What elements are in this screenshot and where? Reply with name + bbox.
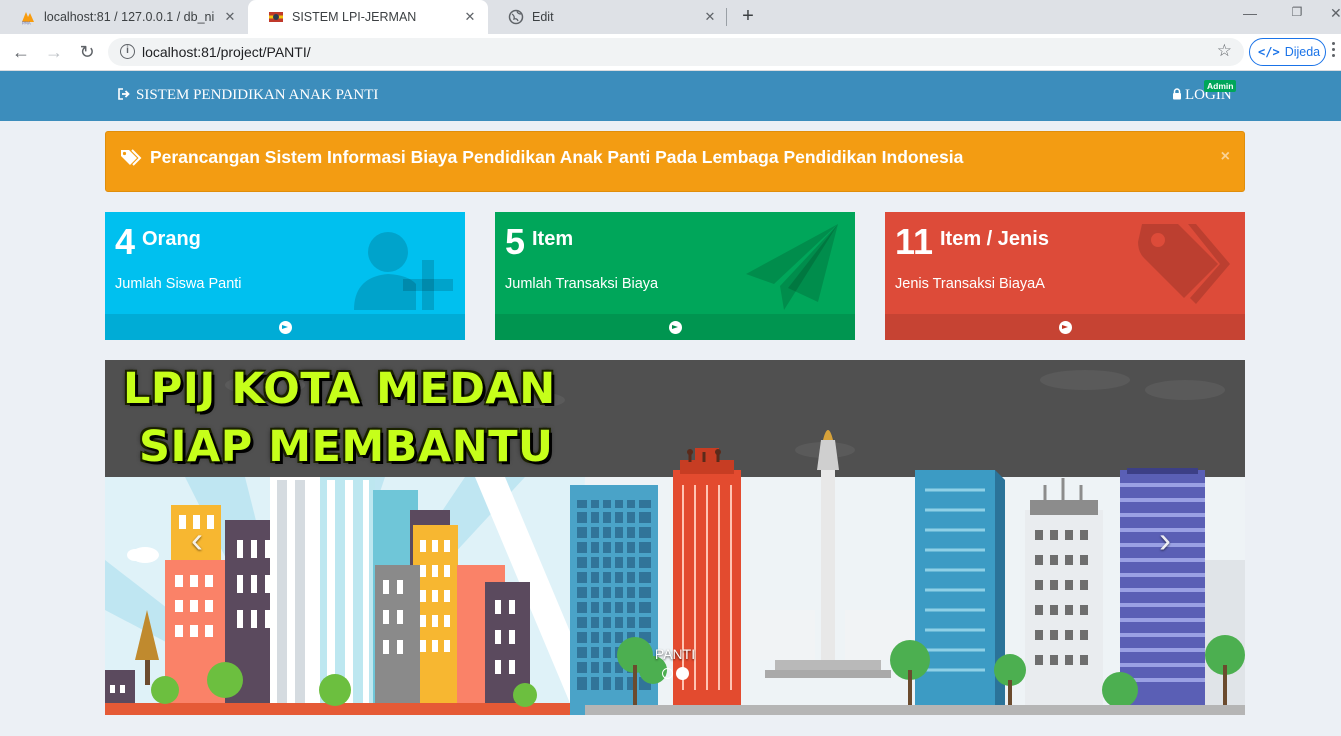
- carousel-indicator-2[interactable]: [676, 667, 689, 680]
- arrow-circle-right-icon: [1058, 320, 1072, 334]
- image-carousel[interactable]: LPIJ KOTA MEDAN SIAP MEMBANTU ‹ › PANTI: [105, 360, 1245, 715]
- flag-icon: [269, 12, 283, 22]
- minimize-icon[interactable]: —: [1240, 5, 1260, 21]
- stat-unit: Item: [532, 228, 574, 250]
- banner-title-line2: SIAP MEMBANTU: [139, 422, 554, 472]
- close-tab-icon[interactable]: ✕: [462, 9, 478, 25]
- new-tab-button[interactable]: +: [738, 6, 758, 27]
- brand-text: SISTEM PENDIDIKAN ANAK PANTI: [136, 87, 379, 103]
- close-window-icon[interactable]: ✕: [1330, 5, 1341, 22]
- callout-close-button[interactable]: ×: [1221, 148, 1230, 166]
- stat-number: 11: [895, 221, 934, 262]
- info-icon[interactable]: i: [120, 44, 135, 59]
- arrow-circle-right-icon: [668, 320, 682, 334]
- stat-box-jenis: 11 Item / Jenis Jenis Transaksi BiayaA: [885, 212, 1245, 340]
- stat-description: Jenis Transaksi BiayaA: [895, 276, 1045, 292]
- tab-separator: [726, 8, 727, 26]
- carousel-caption: PANTI: [654, 646, 696, 662]
- back-arrow-icon[interactable]: ←: [10, 42, 32, 64]
- stat-number: 4: [115, 221, 136, 262]
- more-info-link[interactable]: [885, 314, 1245, 340]
- sign-in-icon: [118, 87, 131, 104]
- close-tab-icon[interactable]: ✕: [222, 9, 238, 25]
- more-info-link[interactable]: [495, 314, 855, 340]
- stat-box-siswa: 4 Orang Jumlah Siswa Panti: [105, 212, 465, 340]
- svg-text:PMA: PMA: [22, 21, 31, 26]
- admin-badge: Admin: [1204, 80, 1237, 92]
- brand-link[interactable]: SISTEM PENDIDIKAN ANAK PANTI: [118, 87, 378, 104]
- phpmyadmin-icon: PMA: [22, 12, 34, 26]
- extension-label: Dijeda: [1284, 45, 1321, 59]
- tab-title: localhost:81 / 127.0.0.1 / db_nilai: [44, 10, 214, 24]
- globe-icon: [508, 9, 524, 25]
- browser-tab-sistem-lpi[interactable]: SISTEM LPI-JERMAN ✕: [248, 0, 488, 34]
- carousel-indicator-1[interactable]: [662, 668, 673, 679]
- tags-icon: [1138, 224, 1230, 304]
- tags-icon: [120, 149, 142, 172]
- tab-title: SISTEM LPI-JERMAN: [292, 10, 417, 24]
- browser-toolbar: ← → ↻ i localhost:81/project/PANTI/ ☆ </…: [0, 34, 1341, 71]
- stat-description: Jumlah Transaksi Biaya: [505, 276, 659, 292]
- carousel-next-button[interactable]: ›: [1150, 520, 1180, 560]
- forward-arrow-icon[interactable]: →: [43, 42, 65, 64]
- stat-unit: Orang: [142, 228, 201, 250]
- arrow-circle-right-icon: [278, 320, 292, 334]
- code-icon: </>: [1258, 45, 1280, 59]
- banner-title-line1: LPIJ KOTA MEDAN: [123, 364, 556, 414]
- address-bar[interactable]: i localhost:81/project/PANTI/ ☆: [108, 38, 1244, 66]
- url-text[interactable]: localhost:81/project/PANTI/: [142, 44, 311, 60]
- callout-message: Perancangan Sistem Informasi Biaya Pendi…: [150, 147, 964, 167]
- carousel-prev-button[interactable]: ‹: [182, 520, 212, 560]
- close-tab-icon[interactable]: ✕: [702, 9, 718, 25]
- app-header: SISTEM PENDIDIKAN ANAK PANTI LOGIN: [0, 71, 1341, 121]
- browser-tab-phpmyadmin[interactable]: PMA localhost:81 / 127.0.0.1 / db_nilai …: [0, 0, 248, 34]
- tab-title: Edit: [532, 10, 554, 24]
- user-plus-icon: [354, 232, 453, 310]
- paper-plane-icon: [746, 224, 838, 310]
- extension-button[interactable]: </> Dijeda: [1249, 38, 1326, 66]
- info-callout: Perancangan Sistem Informasi Biaya Pendi…: [105, 131, 1245, 192]
- stat-unit: Item / Jenis: [940, 228, 1049, 250]
- browser-menu-icon[interactable]: [1332, 42, 1336, 62]
- more-info-link[interactable]: [105, 314, 465, 340]
- browser-tab-edit[interactable]: Edit ✕: [488, 0, 728, 34]
- reload-icon[interactable]: ↻: [76, 42, 98, 64]
- browser-tabbar: PMA localhost:81 / 127.0.0.1 / db_nilai …: [0, 0, 1341, 34]
- stat-box-transaksi: 5 Item Jumlah Transaksi Biaya: [495, 212, 855, 340]
- restore-icon[interactable]: ❐: [1287, 5, 1307, 19]
- bookmark-star-icon[interactable]: ☆: [1217, 41, 1232, 61]
- lock-icon: [1172, 87, 1182, 104]
- stat-number: 5: [505, 221, 526, 262]
- stat-description: Jumlah Siswa Panti: [115, 276, 242, 292]
